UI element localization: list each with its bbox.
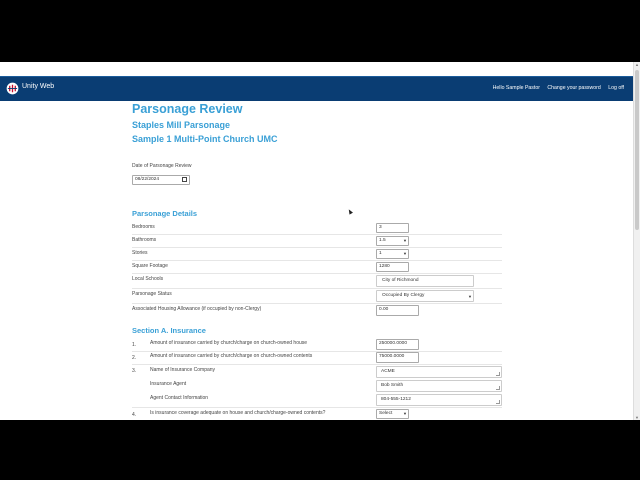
bathrooms-select[interactable]: 1.5 ▼ <box>376 236 409 246</box>
house-insurance-label: Amount of insurance carried by church/ch… <box>150 340 308 346</box>
page-scrollbar[interactable]: ▲ ▼ <box>633 62 640 420</box>
question-number: 1. <box>132 342 137 348</box>
top-navbar: Unity Web Hello Sample Pastor Change you… <box>0 76 634 101</box>
unity-logo-icon[interactable] <box>6 82 19 95</box>
row-divider <box>132 364 502 365</box>
bathrooms-label: Bathrooms <box>132 237 157 243</box>
chevron-down-icon: ▼ <box>403 411 407 416</box>
status-label: Parsonage Status <box>132 291 172 297</box>
status-select[interactable]: Occupied By Clergy ▼ <box>376 290 474 302</box>
coverage-adequate-value: Select <box>379 411 393 416</box>
calendar-icon[interactable] <box>182 177 187 182</box>
chevron-down-icon: ▼ <box>403 251 407 256</box>
stories-label: Stories <box>132 250 148 256</box>
logout-link[interactable]: Log off <box>608 85 624 91</box>
scroll-thumb[interactable] <box>635 70 639 230</box>
resize-grip-icon[interactable] <box>496 372 500 376</box>
nav-links: Hello Sample Pastor Change your password… <box>487 85 624 91</box>
contents-insurance-input[interactable]: 75000.0000 <box>376 352 419 363</box>
review-date-label: Date of Parsonage Review <box>132 163 192 169</box>
resize-grip-icon[interactable] <box>496 386 500 390</box>
chevron-down-icon: ▼ <box>468 294 472 299</box>
bathrooms-value: 1.5 <box>379 238 386 243</box>
bedrooms-label: Bedrooms <box>132 224 155 230</box>
row-divider <box>132 407 502 408</box>
browser-viewport: Unity Web Hello Sample Pastor Change you… <box>0 62 640 420</box>
insurance-company-input[interactable]: ACME <box>376 366 502 378</box>
mouse-cursor-icon <box>347 208 353 215</box>
agent-contact-value: 804-555-1212 <box>381 397 411 402</box>
brand-link[interactable]: Unity Web <box>22 83 54 90</box>
insurance-agent-label: Insurance Agent <box>150 381 187 387</box>
parsonage-name: Staples Mill Parsonage <box>132 120 231 130</box>
insurance-company-value: ACME <box>381 369 395 374</box>
question-number: 4. <box>132 412 137 418</box>
status-value: Occupied By Clergy <box>382 293 425 298</box>
schools-label: Local Schools <box>132 276 164 282</box>
insurance-heading: Section A. Insurance <box>132 326 206 335</box>
page-title: Parsonage Review <box>132 102 243 116</box>
row-divider <box>132 247 502 248</box>
scroll-down-icon[interactable]: ▼ <box>635 415 639 420</box>
housing-allowance-label: Associated Housing Allowance (if occupie… <box>132 306 262 312</box>
contents-insurance-label: Amount of insurance carried by church/ch… <box>150 353 313 359</box>
question-number: 3. <box>132 368 137 374</box>
review-date-input[interactable]: 08/22/2024 <box>132 175 190 185</box>
sqft-input[interactable]: 1280 <box>376 262 409 272</box>
stories-value: 1 <box>379 251 382 256</box>
insurance-agent-input[interactable]: Bob Smith <box>376 380 502 392</box>
review-date-value: 08/22/2024 <box>135 177 160 182</box>
row-divider <box>132 273 502 274</box>
chevron-down-icon: ▼ <box>403 238 407 243</box>
agent-contact-input[interactable]: 804-555-1212 <box>376 394 502 406</box>
row-divider <box>132 303 502 304</box>
coverage-adequate-select[interactable]: Select ▼ <box>376 409 409 419</box>
housing-allowance-input[interactable]: 0.00 <box>376 305 419 316</box>
house-insurance-input[interactable]: 250000.0000 <box>376 339 419 350</box>
scroll-up-icon[interactable]: ▲ <box>635 62 639 67</box>
row-divider <box>132 288 502 289</box>
row-divider <box>132 351 502 352</box>
resize-grip-icon[interactable] <box>496 400 500 404</box>
change-password-link[interactable]: Change your password <box>547 85 600 91</box>
coverage-adequate-label: Is insurance coverage adequate on house … <box>150 410 326 416</box>
row-divider <box>132 234 502 235</box>
question-number: 2. <box>132 355 137 361</box>
greeting-link[interactable]: Hello Sample Pastor <box>493 85 540 91</box>
schools-input[interactable]: City of Richmond <box>376 275 474 287</box>
bedrooms-input[interactable]: 3 <box>376 223 409 233</box>
sqft-label: Square Footage <box>132 263 168 269</box>
stories-select[interactable]: 1 ▼ <box>376 249 409 259</box>
details-heading: Parsonage Details <box>132 209 198 218</box>
row-divider <box>132 260 502 261</box>
agent-contact-label: Agent Contact Information <box>150 395 209 401</box>
church-name: Sample 1 Multi-Point Church UMC <box>132 134 278 144</box>
insurance-agent-value: Bob Smith <box>381 383 404 388</box>
insurance-company-label: Name of Insurance Company <box>150 367 216 373</box>
